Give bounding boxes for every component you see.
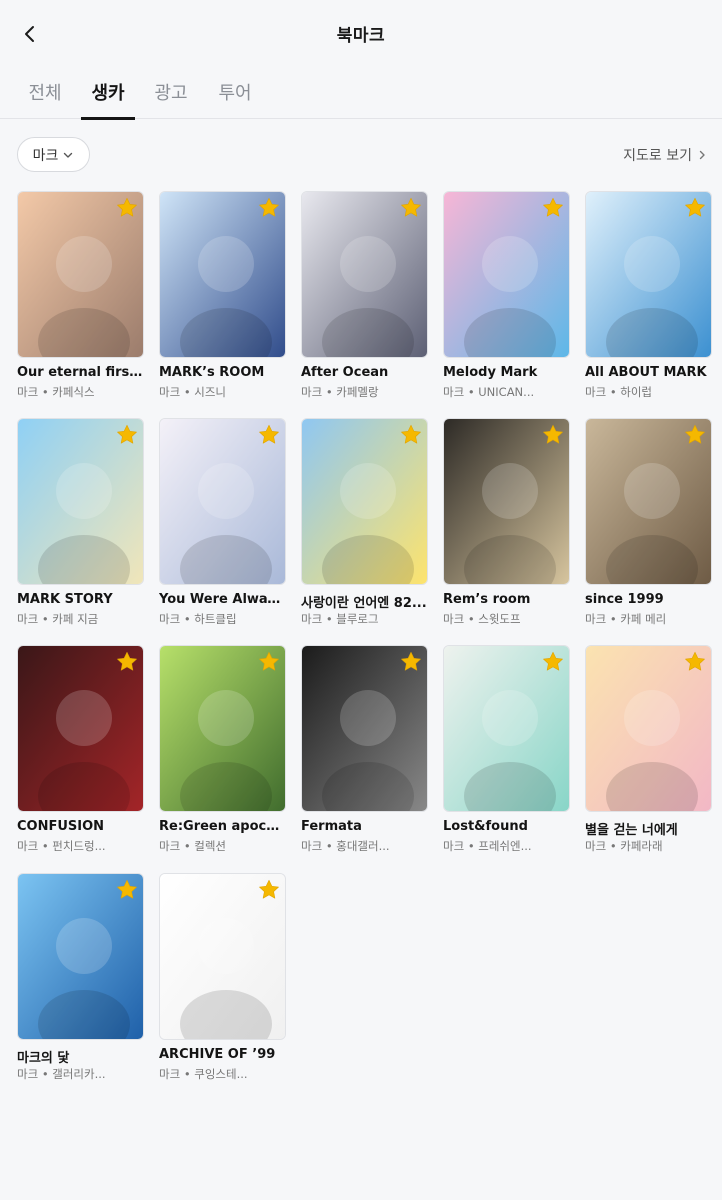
cafe-subtitle: 마크 • 카페멜랑 [301, 385, 379, 399]
cafe-card[interactable]: ARCHIVE OF ’99 마크 • 쿠잉스테... [159, 873, 286, 1085]
cafe-title: You Were Always ... [159, 592, 286, 607]
cafe-card[interactable]: Rem’s room 마크 • 스윗도프 [443, 418, 570, 630]
view-on-map-link[interactable]: 지도로 보기 [623, 145, 708, 165]
cafe-title: ARCHIVE OF ’99 [159, 1047, 276, 1062]
cafe-card[interactable]: MARK STORY 마크 • 카페 지금 [17, 418, 144, 630]
filter-label: 마크 [32, 147, 59, 164]
cafe-subtitle: 마크 • 스윗도프 [443, 612, 521, 626]
cafe-title: Rem’s room [443, 592, 531, 607]
cafe-card[interactable]: Lost&found 마크 • 프레쉬엔... [443, 645, 570, 857]
bookmark-star-icon[interactable] [257, 196, 281, 220]
cafe-poster-image[interactable] [17, 873, 144, 1040]
cafe-poster-image[interactable] [443, 645, 570, 812]
cafe-poster-image[interactable] [17, 191, 144, 358]
tab-ads[interactable]: 광고 [153, 79, 189, 119]
top-bar: 북마크 [0, 0, 722, 66]
bookmark-star-icon[interactable] [115, 423, 139, 447]
cafe-poster-image[interactable] [301, 418, 428, 585]
cafe-card[interactable]: 별을 걷는 너에게 마크 • 카페라래 [585, 645, 712, 857]
bookmark-star-icon[interactable] [257, 423, 281, 447]
bookmark-star-icon[interactable] [683, 423, 707, 447]
cafe-poster-image[interactable] [17, 418, 144, 585]
bookmark-star-icon[interactable] [115, 878, 139, 902]
cafe-subtitle: 마크 • 하트클립 [159, 612, 237, 626]
cafe-card[interactable]: Re:Green apocaly... 마크 • 컬렉션 [159, 645, 286, 857]
cafe-poster-image[interactable] [585, 418, 712, 585]
cafe-title: 별을 걷는 너에게 [585, 823, 678, 838]
cafe-poster-image[interactable] [301, 191, 428, 358]
bookmark-star-icon[interactable] [399, 423, 423, 447]
cafe-subtitle: 마크 • 갤러리카... [17, 1067, 106, 1081]
cafe-card[interactable]: since 1999 마크 • 카페 메리 [585, 418, 712, 630]
bookmark-star-icon[interactable] [115, 650, 139, 674]
cafe-title: since 1999 [585, 592, 664, 607]
cafe-card[interactable]: Melody Mark 마크 • UNICAN... [443, 191, 570, 403]
cafe-subtitle: 마크 • 블루로그 [301, 612, 379, 626]
cafe-card[interactable]: Our eternal first l... 마크 • 카페식스 [17, 191, 144, 403]
cafe-card[interactable]: 사랑이란 언어엔 82... 마크 • 블루로그 [301, 418, 428, 630]
cafe-subtitle: 마크 • UNICAN... [443, 385, 535, 399]
cafe-card[interactable]: After Ocean 마크 • 카페멜랑 [301, 191, 428, 403]
cafe-card[interactable]: MARK’s ROOM 마크 • 시즈니 [159, 191, 286, 403]
tab-tour[interactable]: 투어 [217, 79, 253, 119]
chevron-right-icon [699, 150, 705, 160]
bookmark-star-icon[interactable] [115, 196, 139, 220]
chevron-down-icon [64, 152, 73, 158]
cafe-poster-image[interactable] [443, 418, 570, 585]
tab-all[interactable]: 전체 [27, 79, 63, 119]
bookmark-star-icon[interactable] [541, 196, 565, 220]
cafe-poster-image[interactable] [585, 645, 712, 812]
cafe-title: After Ocean [301, 365, 389, 380]
cafe-title: 마크의 닻 [17, 1051, 70, 1066]
cafe-poster-image[interactable] [17, 645, 144, 812]
cafe-title: 사랑이란 언어엔 82... [301, 596, 427, 611]
cafe-card[interactable]: You Were Always ... 마크 • 하트클립 [159, 418, 286, 630]
bookmark-star-icon[interactable] [399, 650, 423, 674]
cafe-poster-image[interactable] [159, 645, 286, 812]
cafe-card[interactable]: All ABOUT MARK 마크 • 하이럽 [585, 191, 712, 403]
artist-filter-dropdown[interactable]: 마크 [17, 137, 90, 172]
cafe-subtitle: 마크 • 펀치드렁... [17, 839, 106, 853]
cafe-poster-image[interactable] [585, 191, 712, 358]
cafe-title: MARK STORY [17, 592, 113, 607]
cafe-subtitle: 마크 • 컬렉션 [159, 839, 226, 853]
cafe-subtitle: 마크 • 카페식스 [17, 385, 95, 399]
cafe-card[interactable]: CONFUSION 마크 • 펀치드렁... [17, 645, 144, 857]
tab-cafe[interactable]: 생카 [81, 79, 135, 120]
cafe-poster-image[interactable] [159, 873, 286, 1040]
cafe-title: MARK’s ROOM [159, 365, 265, 380]
cafe-title: Our eternal first l... [17, 365, 144, 380]
cafe-subtitle: 마크 • 카페라래 [585, 839, 663, 853]
cafe-card[interactable]: Fermata 마크 • 홍대갤러... [301, 645, 428, 857]
cafe-title: Fermata [301, 819, 362, 834]
bookmark-star-icon[interactable] [541, 423, 565, 447]
cafe-subtitle: 마크 • 시즈니 [159, 385, 226, 399]
cafe-subtitle: 마크 • 카페 메리 [585, 612, 667, 626]
bookmark-star-icon[interactable] [683, 650, 707, 674]
cafe-subtitle: 마크 • 프레쉬엔... [443, 839, 532, 853]
bookmark-star-icon[interactable] [541, 650, 565, 674]
cafe-subtitle: 마크 • 쿠잉스테... [159, 1067, 248, 1081]
cafe-subtitle: 마크 • 하이럽 [585, 385, 652, 399]
cafe-subtitle: 마크 • 카페 지금 [17, 612, 99, 626]
cafe-poster-image[interactable] [159, 418, 286, 585]
cafe-title: All ABOUT MARK [585, 365, 707, 380]
cafe-subtitle: 마크 • 홍대갤러... [301, 839, 390, 853]
cafe-poster-image[interactable] [443, 191, 570, 358]
cafe-title: Re:Green apocaly... [159, 819, 286, 834]
category-tabs: 전체 생카 광고 투어 [0, 66, 722, 120]
bookmark-star-icon[interactable] [683, 196, 707, 220]
page-title: 북마크 [336, 26, 386, 46]
cafe-title: Lost&found [443, 819, 528, 834]
cafe-title: CONFUSION [17, 819, 105, 834]
bookmark-star-icon[interactable] [399, 196, 423, 220]
cafe-poster-image[interactable] [159, 191, 286, 358]
cafe-poster-image[interactable] [301, 645, 428, 812]
map-link-label: 지도로 보기 [623, 148, 692, 164]
cafe-card[interactable]: 마크의 닻 마크 • 갤러리카... [17, 873, 144, 1085]
bookmark-star-icon[interactable] [257, 650, 281, 674]
bookmark-star-icon[interactable] [257, 878, 281, 902]
cafe-title: Melody Mark [443, 365, 538, 380]
